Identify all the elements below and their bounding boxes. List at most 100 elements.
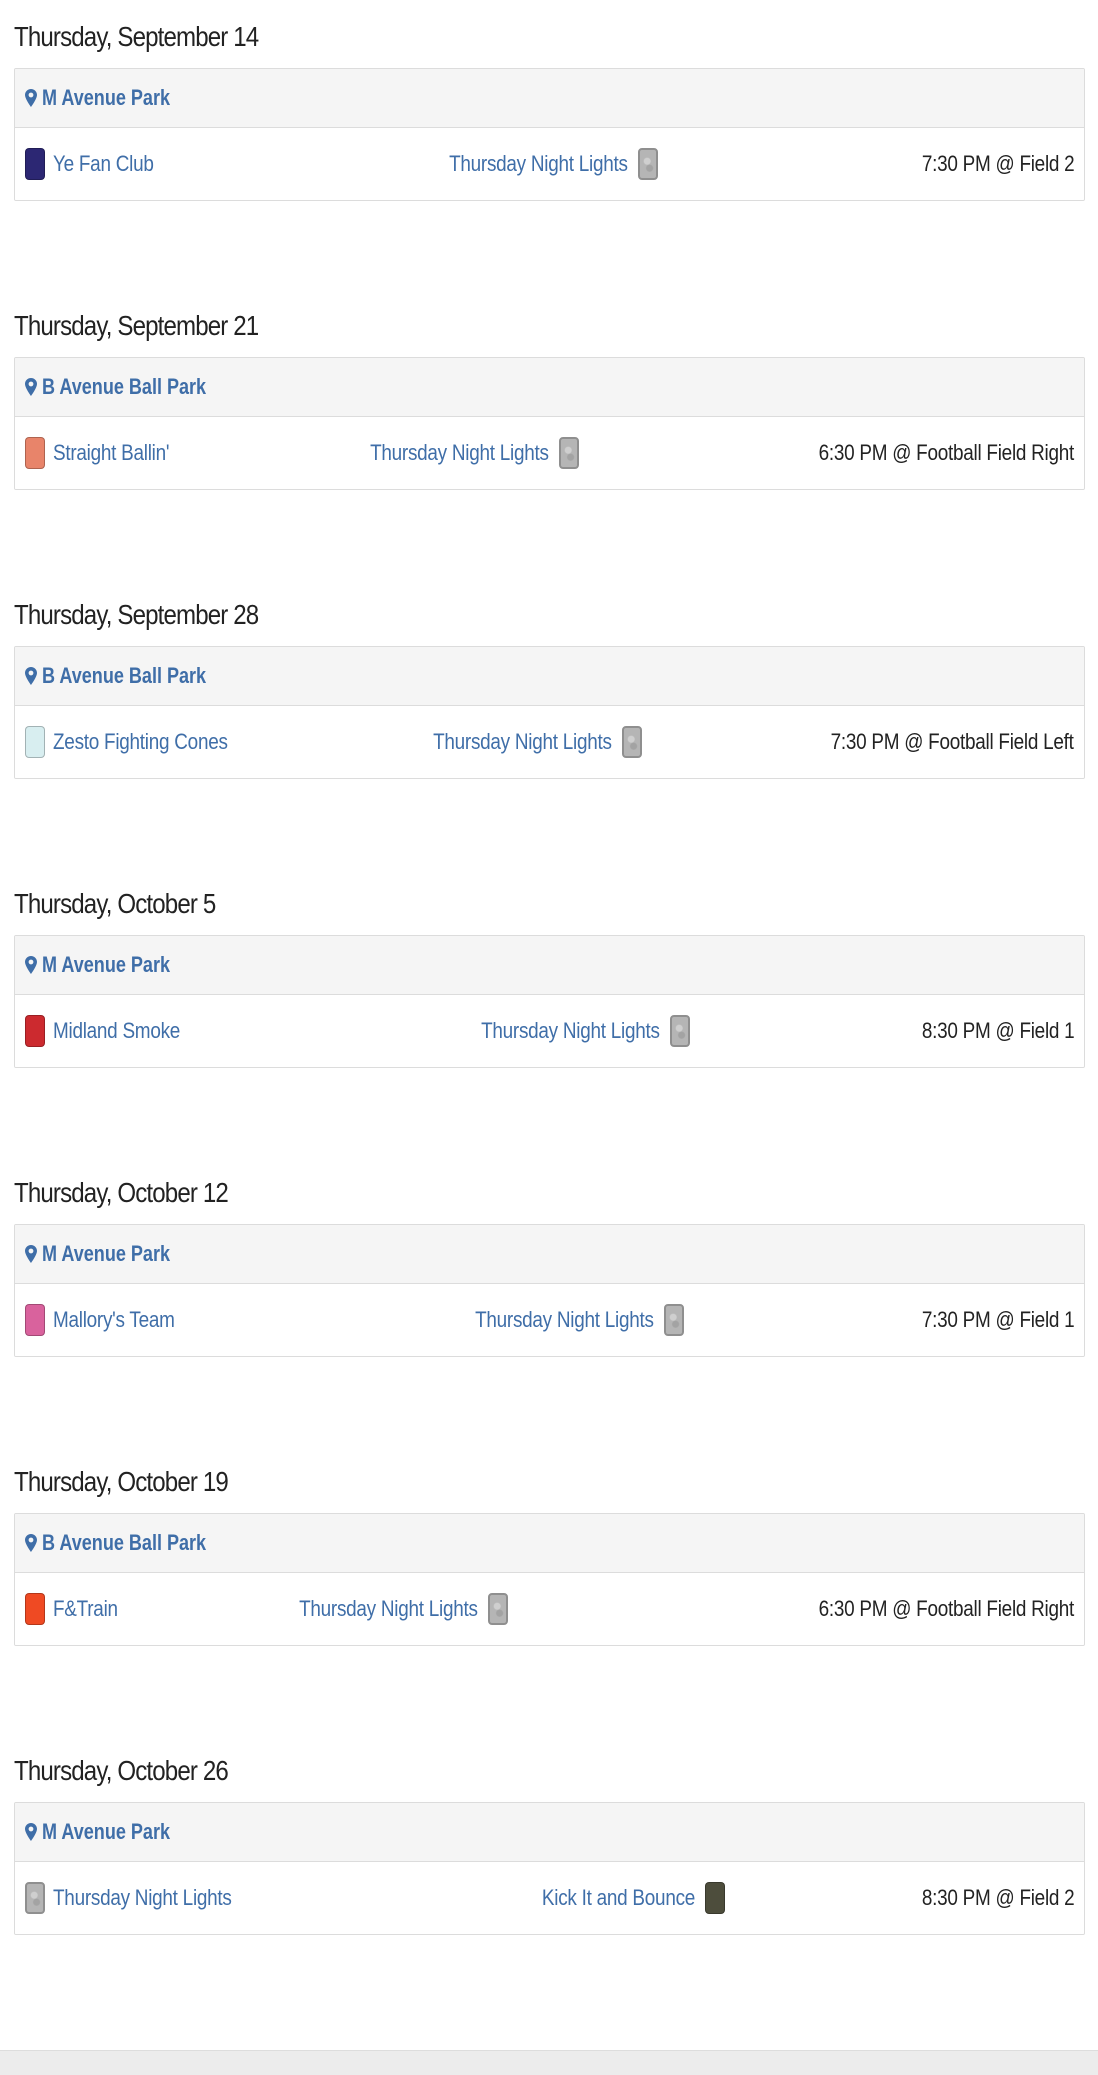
home-team: F&Train (25, 1573, 128, 1645)
schedule-list: Thursday, September 14 M Avenue Park Ye … (0, 0, 1098, 2050)
game-row: Thursday Night Lights Kick It and Bounce… (15, 1862, 1084, 1934)
team-link[interactable]: Thursday Night Lights (449, 151, 628, 177)
team-link[interactable]: F&Train (53, 1596, 118, 1622)
team-link[interactable]: Zesto Fighting Cones (53, 729, 228, 755)
team-color-swatch (25, 148, 45, 180)
away-team: Thursday Night Lights (446, 1284, 684, 1356)
location-link[interactable]: M Avenue Park (42, 85, 170, 111)
home-team: Ye Fan Club (25, 128, 170, 200)
location-row: M Avenue Park (15, 936, 1084, 995)
game-time-location: 7:30 PM @ Field 2 (921, 151, 1074, 176)
map-pin-icon (25, 667, 37, 685)
team-color-swatch (622, 726, 642, 758)
game-time-location: 7:30 PM @ Football Field Left (830, 729, 1074, 754)
team-color-swatch (25, 726, 45, 758)
team-color-swatch (25, 1304, 45, 1336)
team-color-swatch (705, 1882, 725, 1914)
team-color-swatch (670, 1015, 690, 1047)
team-color-swatch (559, 437, 579, 469)
team-link[interactable]: Mallory's Team (53, 1307, 175, 1333)
game-row: Straight Ballin' Thursday Night Lights 6… (15, 417, 1084, 489)
game-row: Ye Fan Club Thursday Night Lights 7:30 P… (15, 128, 1084, 200)
game-row: F&Train Thursday Night Lights 6:30 PM @ … (15, 1573, 1084, 1645)
map-pin-icon (25, 89, 37, 107)
team-link[interactable]: Thursday Night Lights (370, 440, 549, 466)
team-link[interactable]: Ye Fan Club (53, 151, 154, 177)
location-link[interactable]: B Avenue Ball Park (42, 663, 206, 689)
day-heading: Thursday, September 21 (14, 310, 259, 341)
away-team: Thursday Night Lights (420, 128, 658, 200)
map-pin-icon (25, 956, 37, 974)
schedule-day: Thursday, September 14 M Avenue Park Ye … (14, 14, 1085, 201)
home-team: Midland Smoke (25, 995, 201, 1067)
game-card: M Avenue Park Midland Smoke Thursday Nig… (14, 935, 1085, 1068)
team-link[interactable]: Thursday Night Lights (433, 729, 612, 755)
away-team: Thursday Night Lights (270, 1573, 508, 1645)
location-row: B Avenue Ball Park (15, 358, 1084, 417)
team-color-swatch (25, 437, 45, 469)
map-pin-icon (25, 1823, 37, 1841)
game-time-location: 7:30 PM @ Field 1 (921, 1307, 1074, 1332)
home-team: Straight Ballin' (25, 417, 188, 489)
away-team: Thursday Night Lights (404, 706, 642, 778)
home-team: Thursday Night Lights (25, 1862, 261, 1934)
location-row: B Avenue Ball Park (15, 647, 1084, 706)
schedule-day: Thursday, September 21 B Avenue Ball Par… (14, 303, 1085, 490)
schedule-day: Thursday, October 19 B Avenue Ball Park … (14, 1459, 1085, 1646)
map-pin-icon (25, 1245, 37, 1263)
schedule-day: Thursday, October 26 M Avenue Park Thurs… (14, 1748, 1085, 1935)
location-link[interactable]: B Avenue Ball Park (42, 374, 206, 400)
location-row: M Avenue Park (15, 1803, 1084, 1862)
game-card: M Avenue Park Thursday Night Lights Kick… (14, 1802, 1085, 1935)
location-link[interactable]: B Avenue Ball Park (42, 1530, 206, 1556)
team-link[interactable]: Thursday Night Lights (53, 1885, 232, 1911)
day-heading: Thursday, September 14 (14, 21, 259, 52)
day-heading: Thursday, October 5 (14, 888, 216, 919)
team-link[interactable]: Thursday Night Lights (299, 1596, 478, 1622)
team-color-swatch (664, 1304, 684, 1336)
team-link[interactable]: Midland Smoke (53, 1018, 180, 1044)
location-row: M Avenue Park (15, 69, 1084, 128)
home-team: Mallory's Team (25, 1284, 194, 1356)
game-time-location: 8:30 PM @ Field 1 (921, 1018, 1074, 1043)
schedule-day: Thursday, October 12 M Avenue Park Mallo… (14, 1170, 1085, 1357)
game-time-location: 6:30 PM @ Football Field Right (818, 1596, 1075, 1621)
game-time-location: 6:30 PM @ Football Field Right (818, 440, 1075, 465)
team-color-swatch (25, 1015, 45, 1047)
team-link[interactable]: Thursday Night Lights (481, 1018, 660, 1044)
location-link[interactable]: M Avenue Park (42, 952, 170, 978)
game-row: Zesto Fighting Cones Thursday Night Ligh… (15, 706, 1084, 778)
away-team: Thursday Night Lights (341, 417, 579, 489)
game-card: M Avenue Park Ye Fan Club Thursday Night… (14, 68, 1085, 201)
team-link[interactable]: Thursday Night Lights (475, 1307, 654, 1333)
location-row: B Avenue Ball Park (15, 1514, 1084, 1573)
team-link[interactable]: Kick It and Bounce (542, 1885, 695, 1911)
page-footer (0, 2050, 1098, 2075)
day-heading: Thursday, October 12 (14, 1177, 229, 1208)
schedule-day: Thursday, October 5 M Avenue Park Midlan… (14, 881, 1085, 1068)
location-link[interactable]: M Avenue Park (42, 1819, 170, 1845)
day-heading: Thursday, October 26 (14, 1755, 229, 1786)
team-color-swatch (25, 1593, 45, 1625)
day-heading: Thursday, September 28 (14, 599, 259, 630)
team-color-swatch (638, 148, 658, 180)
game-card: M Avenue Park Mallory's Team Thursday Ni… (14, 1224, 1085, 1357)
map-pin-icon (25, 378, 37, 396)
day-heading: Thursday, October 19 (14, 1466, 229, 1497)
away-team: Thursday Night Lights (452, 995, 690, 1067)
team-color-swatch (25, 1882, 45, 1914)
game-row: Mallory's Team Thursday Night Lights 7:3… (15, 1284, 1084, 1356)
game-card: B Avenue Ball Park Zesto Fighting Cones … (14, 646, 1085, 779)
team-link[interactable]: Straight Ballin' (53, 440, 169, 466)
game-card: B Avenue Ball Park Straight Ballin' Thur… (14, 357, 1085, 490)
game-row: Midland Smoke Thursday Night Lights 8:30… (15, 995, 1084, 1067)
home-team: Zesto Fighting Cones (25, 706, 256, 778)
schedule-day: Thursday, September 28 B Avenue Ball Par… (14, 592, 1085, 779)
game-card: B Avenue Ball Park F&Train Thursday Nigh… (14, 1513, 1085, 1646)
location-row: M Avenue Park (15, 1225, 1084, 1284)
game-time-location: 8:30 PM @ Field 2 (921, 1885, 1074, 1910)
away-team: Kick It and Bounce (517, 1862, 725, 1934)
team-color-swatch (488, 1593, 508, 1625)
map-pin-icon (25, 1534, 37, 1552)
location-link[interactable]: M Avenue Park (42, 1241, 170, 1267)
